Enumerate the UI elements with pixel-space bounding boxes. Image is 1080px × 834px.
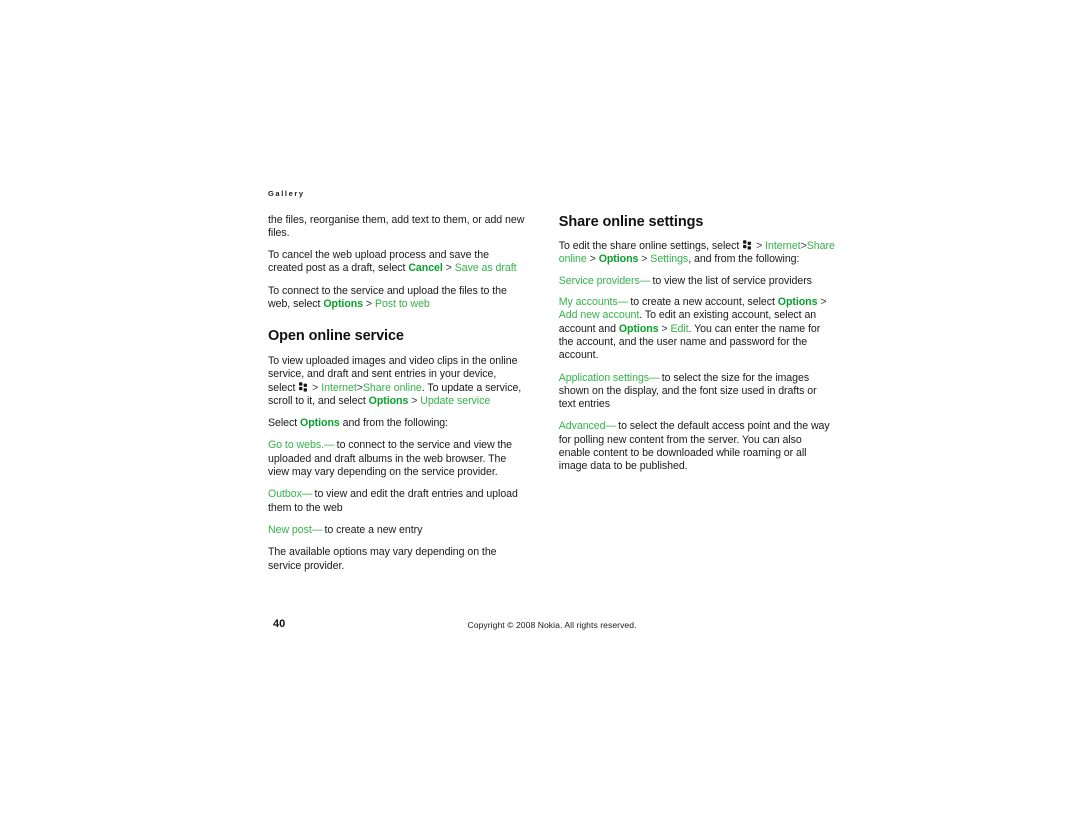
ui-label-application-settings: Application settings [558, 371, 650, 384]
list-item-outbox: Outbox— to view and edit the draft entri… [268, 488, 518, 514]
ui-label-new-post: New post [268, 523, 312, 536]
ui-label-edit: Edit [670, 322, 689, 335]
paragraph-available-options: The available options may vary depending… [268, 546, 497, 572]
list-item-application-settings: Application settings— to select the size… [558, 371, 817, 411]
list-item-my-accounts: My accounts— to create a new account, se… [558, 296, 827, 362]
ui-label-share-online: Share online [362, 381, 422, 394]
ui-label-outbox: Outbox [268, 488, 302, 501]
ui-label-internet: Internet [765, 240, 801, 253]
list-item-go-to-webs: Go to webs.— to connect to the service a… [268, 439, 513, 479]
paragraph-connect-upload: To connect to the service and upload the… [268, 284, 507, 310]
ui-label-cancel: Cancel [408, 262, 443, 275]
ui-label-options: Options [323, 297, 364, 310]
paragraph-continued: the files, reorganise them, add text to … [268, 213, 525, 239]
running-head: Gallery [268, 189, 305, 198]
ui-label-options: Options [777, 296, 818, 309]
page-footer: 40 Copyright © 2008 Nokia. All rights re… [268, 618, 836, 634]
two-column-layout: the files, reorganise them, add text to … [268, 214, 836, 582]
ui-label-options: Options [598, 253, 639, 266]
ui-label-post-to-web: Post to web [374, 297, 430, 310]
list-item-advanced: Advanced— to select the default access p… [558, 420, 830, 473]
menu-grid-icon [299, 381, 308, 392]
ui-label-options: Options [618, 322, 659, 335]
heading-share-online-settings: Share online settings [558, 213, 704, 230]
ui-label-advanced: Advanced [558, 420, 606, 433]
copyright-notice: Copyright © 2008 Nokia. All rights reser… [467, 620, 637, 630]
ui-label-add-new-account: Add new account [558, 309, 640, 322]
ui-label-settings: Settings [650, 253, 689, 266]
paragraph-select-options: Select Options and from the following: [268, 417, 449, 430]
ui-label-go-to-webs: Go to webs. [268, 439, 324, 452]
paragraph-view-uploaded: To view uploaded images and video clips … [268, 354, 522, 407]
menu-grid-icon [743, 240, 752, 250]
list-item-service-providers: Service providers— to view the list of s… [558, 274, 812, 287]
list-item-new-post: New post— to create a new entry [268, 523, 423, 536]
document-page: Gallery the files, reorganise them, add … [268, 190, 836, 582]
ui-label-update-service: Update service [420, 394, 491, 407]
paragraph-cancel-upload: To cancel the web upload process and sav… [268, 249, 517, 275]
left-column: the files, reorganise them, add text to … [268, 214, 526, 582]
ui-label-my-accounts: My accounts [558, 296, 618, 309]
ui-label-service-providers: Service providers [558, 274, 640, 287]
ui-label-save-as-draft: Save as draft [454, 262, 517, 275]
paragraph-edit-settings: To edit the share online settings, selec… [558, 240, 835, 266]
ui-label-options: Options [300, 417, 340, 430]
heading-open-online-service: Open online service [268, 328, 404, 345]
ui-label-options: Options [368, 394, 409, 407]
ui-label-internet: Internet [321, 381, 357, 394]
right-column: Share online settings To edit the share … [559, 214, 836, 483]
